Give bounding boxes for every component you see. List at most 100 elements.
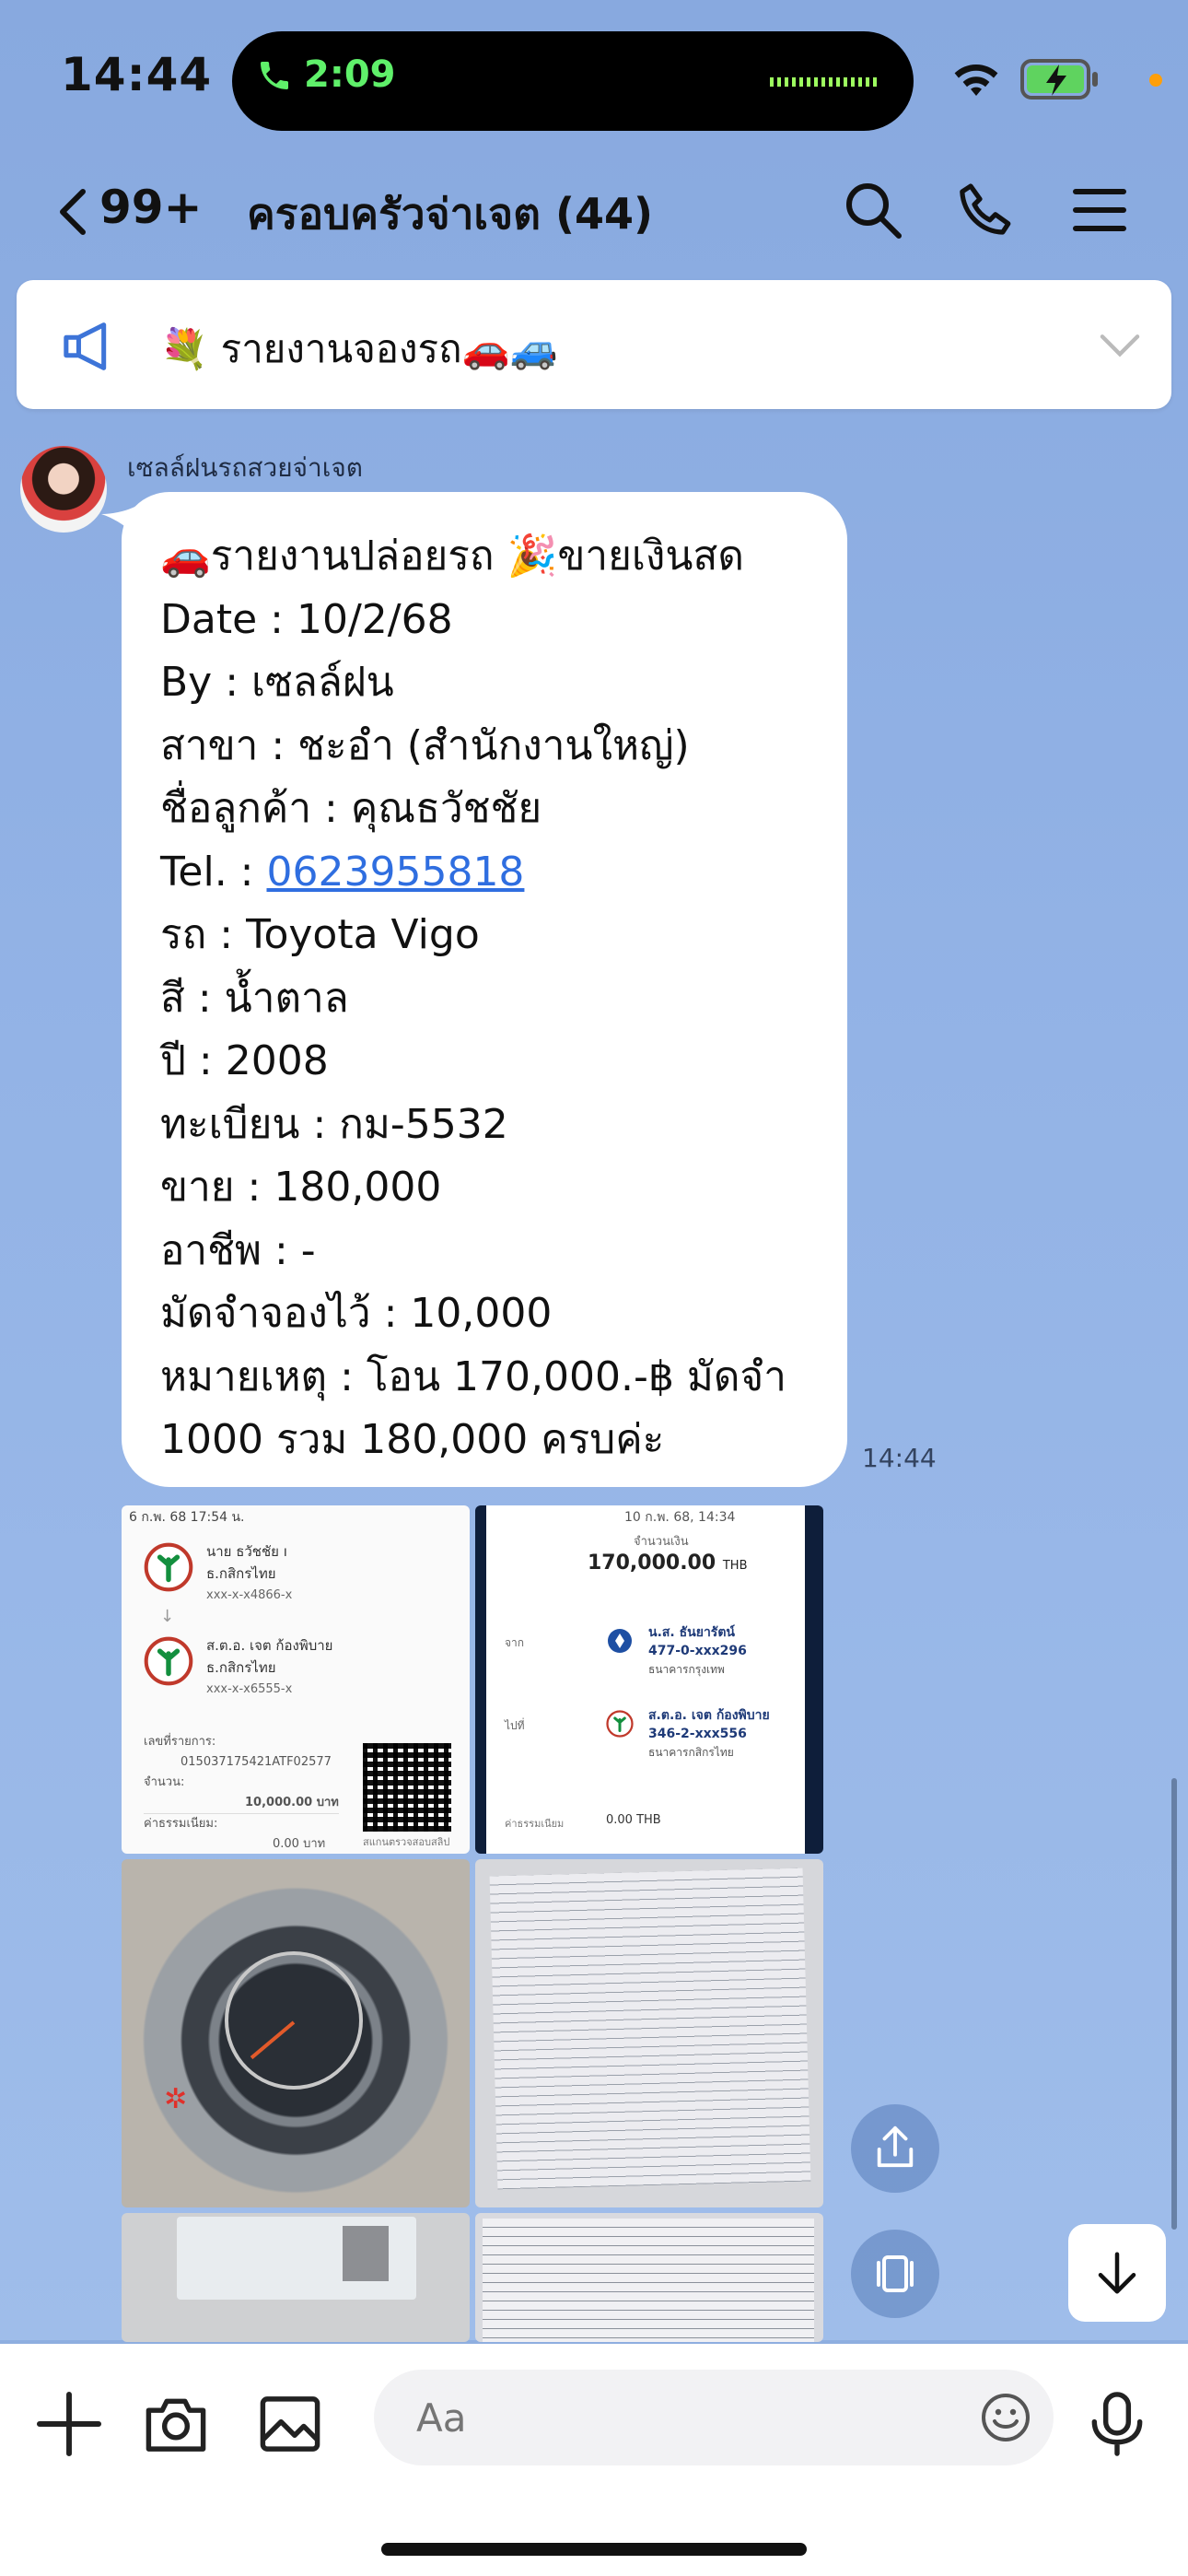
keep-button[interactable] bbox=[851, 2230, 939, 2318]
scroll-to-bottom-button[interactable] bbox=[1068, 2224, 1166, 2322]
arrow-down-icon bbox=[1098, 2252, 1136, 2294]
slip2-from-label: จาก bbox=[505, 1636, 525, 1649]
slip2-to-bank: ธนาคารกสิกรไทย bbox=[648, 1746, 734, 1759]
search-icon[interactable] bbox=[842, 179, 904, 241]
chevron-down-icon[interactable] bbox=[1096, 326, 1144, 363]
call-duration: 2:09 bbox=[304, 53, 396, 96]
message-line-tel: Tel. : 0623955818 bbox=[160, 841, 823, 905]
slip-fee-label: ค่าธรรมเนียม: bbox=[144, 1813, 339, 1834]
message-line: ปี : 2008 bbox=[160, 1037, 329, 1084]
multi-select-icon bbox=[877, 2255, 914, 2292]
camera-icon[interactable] bbox=[142, 2390, 210, 2458]
id-card-photo[interactable] bbox=[122, 2213, 470, 2342]
status-time: 14:44 bbox=[61, 48, 213, 101]
chat-header: 99+ ครอบครัวจ่าเจต (44) bbox=[0, 157, 1188, 267]
slip-to-name: ส.ต.อ. เจต ก้องพิบาย bbox=[206, 1637, 333, 1654]
speedometer-dial bbox=[225, 1951, 363, 2090]
slip2-amount: 170,000.00 bbox=[588, 1551, 716, 1575]
message-line: อาชีพ : - bbox=[160, 1226, 316, 1274]
slip-fee: 0.00 บาท bbox=[273, 1837, 326, 1851]
slip2-from-name: น.ส. ธันยารัตน์ bbox=[648, 1625, 735, 1640]
slip2-to-label: ไปที่ bbox=[505, 1719, 525, 1732]
previous-message-peek bbox=[157, 258, 562, 280]
slip2-to-account: 346-2-xxx556 bbox=[648, 1727, 747, 1741]
slip-amount: 10,000.00 บาท bbox=[245, 1796, 339, 1809]
tel-label: Tel. : bbox=[160, 848, 267, 896]
document-photo-2[interactable] bbox=[475, 2213, 823, 2342]
message-line: สี : น้ำตาล bbox=[160, 974, 349, 1022]
share-button[interactable] bbox=[851, 2104, 939, 2193]
dashboard-gauge-photo[interactable]: ✲ bbox=[122, 1859, 470, 2207]
microphone-icon[interactable] bbox=[1083, 2390, 1151, 2458]
wifi-icon bbox=[954, 64, 998, 96]
pinned-announcement[interactable]: 💐 รายงานจองรถ🚗🚙 bbox=[17, 280, 1171, 409]
slip2-currency: THB bbox=[722, 1559, 748, 1573]
phone-call-icon bbox=[261, 62, 288, 89]
kbank-logo-icon bbox=[144, 1542, 193, 1592]
warning-light-icon: ✲ bbox=[164, 2083, 188, 2115]
document-page bbox=[483, 2219, 814, 2342]
message-line: 🚗รายงานปล่อยรถ 🎉ขายเงินสด bbox=[160, 533, 744, 580]
audio-wave-icon bbox=[770, 77, 880, 87]
transfer-slip-image-2[interactable]: 10 ก.พ. 68, 14:34 จำนวนเงิน 170,000.00 T… bbox=[475, 1505, 823, 1854]
mic-indicator-dot bbox=[1149, 74, 1162, 87]
message-line: สาขา : ชะอำ (สำนักงานใหญ่) bbox=[160, 721, 690, 769]
message-line: รถ : Toyota Vigo bbox=[160, 911, 480, 958]
slip2-from-account: 477-0-xxx296 bbox=[648, 1644, 747, 1658]
back-chevron-icon[interactable] bbox=[46, 184, 101, 240]
slip-to-bank: ธ.กสิกรไทย bbox=[206, 1659, 276, 1676]
slip2-amount-label: จำนวนเงิน bbox=[634, 1535, 689, 1549]
bbl-logo-icon bbox=[608, 1629, 632, 1653]
chat-title[interactable]: ครอบครัวจ่าเจต (44) bbox=[247, 181, 653, 248]
message-timestamp: 14:44 bbox=[862, 1443, 937, 1473]
slip-to-account: xxx-x-x6555-x bbox=[206, 1682, 293, 1696]
message-line: Date : 10/2/68 bbox=[160, 595, 453, 643]
message-line: มัดจำจองไว้ : 10,000 bbox=[160, 1290, 553, 1337]
document-photo-1[interactable] bbox=[475, 1859, 823, 2207]
slip-from-name: นาย ธวัชชัย ı bbox=[206, 1543, 287, 1560]
kbank-logo-icon bbox=[144, 1636, 193, 1686]
message-input[interactable] bbox=[374, 2370, 1054, 2465]
slip2-from-bank: ธนาคารกรุงเทพ bbox=[648, 1663, 725, 1676]
emoji-icon[interactable] bbox=[978, 2390, 1033, 2445]
message-bubble[interactable]: 🚗รายงานปล่อยรถ 🎉ขายเงินสด Date : 10/2/68… bbox=[122, 492, 847, 1487]
slip-ref: 015037175421ATF02577 bbox=[181, 1755, 332, 1769]
message-line: ทะเบียน : กม-5532 bbox=[160, 1100, 508, 1148]
sender-name: เซลล์ฝนรถสวยจ่าเจต bbox=[127, 452, 363, 483]
plus-icon[interactable] bbox=[35, 2390, 103, 2458]
phone-number-link[interactable]: 0623955818 bbox=[266, 849, 524, 896]
megaphone-icon bbox=[64, 322, 107, 370]
message-line: By : เซลล์ฝน bbox=[160, 659, 394, 706]
qr-code bbox=[363, 1743, 451, 1832]
sender-avatar[interactable] bbox=[20, 446, 107, 533]
slip-date: 6 ก.พ. 68 17:54 น. bbox=[129, 1510, 245, 1525]
home-indicator bbox=[381, 2543, 807, 2556]
menu-icon[interactable] bbox=[1068, 179, 1131, 241]
slip2-fee-label: ค่าธรรมเนียม bbox=[505, 1818, 565, 1830]
phone-icon[interactable] bbox=[954, 179, 1017, 241]
message-line: หมายเหตุ : โอน 170,000.-฿ มัดจำ 1000 รวม… bbox=[160, 1352, 786, 1464]
share-icon bbox=[877, 2125, 914, 2168]
id-photo bbox=[343, 2226, 389, 2281]
arrow-down-icon: ↓ bbox=[160, 1607, 175, 1626]
message-line: ชื่อลูกค้า : คุณธวัชชัย bbox=[160, 785, 542, 832]
status-bar: 14:44 2:09 bbox=[0, 0, 1188, 157]
announcement-text: 💐 รายงานจองรถ🚗🚙 bbox=[160, 326, 559, 371]
slip2-to-name: ส.ต.อ. เจต ก้องพิบาย bbox=[648, 1708, 770, 1723]
slip-from-account: xxx-x-x4866-x bbox=[206, 1588, 293, 1602]
message-input-bar bbox=[0, 2344, 1188, 2576]
transfer-slip-image-1[interactable]: 6 ก.พ. 68 17:54 น. นาย ธวัชชัย ı ธ.กสิกร… bbox=[122, 1505, 470, 1854]
slip-ref-label: เลขที่รายการ: bbox=[144, 1735, 216, 1749]
scrollbar[interactable] bbox=[1171, 1778, 1177, 2230]
slip2-fee: 0.00 THB bbox=[606, 1813, 661, 1827]
slip2-date: 10 ก.พ. 68, 14:34 bbox=[624, 1510, 736, 1525]
battery-charging-icon bbox=[1020, 59, 1098, 100]
message-line: ขาย : 180,000 bbox=[160, 1164, 442, 1211]
slip-amount-label: จำนวน: bbox=[144, 1775, 185, 1789]
kbank-logo-icon bbox=[606, 1710, 634, 1738]
qr-scan-label: สแกนตรวจสอบสลิป bbox=[363, 1836, 450, 1848]
document-page bbox=[489, 1868, 811, 2190]
image-icon[interactable] bbox=[256, 2390, 324, 2458]
unread-count[interactable]: 99+ bbox=[99, 181, 202, 234]
slip-from-bank: ธ.กสิกรไทย bbox=[206, 1565, 276, 1582]
